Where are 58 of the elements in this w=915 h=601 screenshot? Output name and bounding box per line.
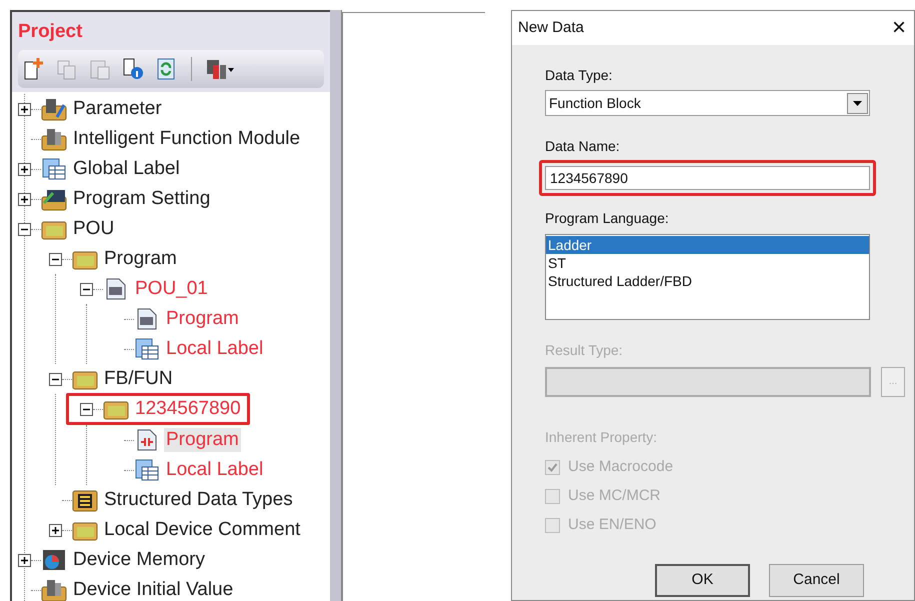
result-type-field[interactable]	[545, 367, 871, 397]
field-label: Result Type:	[545, 341, 624, 360]
dialog-button[interactable]: OK	[655, 564, 750, 597]
close-button[interactable]: ×	[888, 16, 910, 40]
device-dropdown-icon[interactable]	[205, 57, 235, 81]
data-name-field[interactable]: 1234567890	[545, 166, 870, 190]
expand-toggle[interactable]	[49, 524, 62, 536]
checkbox-label: Use EN/ENO	[568, 515, 656, 536]
tree-item-label[interactable]: Intelligent Function Module	[71, 127, 302, 151]
tree-item-label[interactable]: POU_01	[133, 277, 210, 301]
tree-item-label[interactable]: Program	[164, 307, 241, 331]
expand-toggle[interactable]	[18, 162, 31, 176]
new-file-icon[interactable]	[22, 57, 46, 81]
tree-item-label[interactable]: Device Initial Value	[71, 578, 236, 601]
expand-toggle[interactable]	[18, 554, 31, 566]
expand-toggle[interactable]	[18, 102, 31, 116]
monitor-folder-icon	[41, 187, 67, 211]
collapse-toggle[interactable]	[49, 252, 62, 266]
panel-title: Project	[18, 20, 84, 44]
tree-item-label[interactable]: Local Label	[164, 337, 266, 361]
tree-item-label[interactable]: Local Label	[164, 458, 266, 482]
checkbox-label: Use Macrocode	[568, 457, 674, 478]
tree-item-label[interactable]: Local Device Comment	[102, 518, 302, 542]
language-list[interactable]: Ladder ST Structured Ladder/FBD	[545, 234, 870, 320]
collapse-toggle[interactable]	[80, 282, 93, 296]
tree-item-label[interactable]: Parameter	[71, 97, 164, 121]
list-item[interactable]: Ladder	[546, 236, 869, 254]
dialog-button[interactable]: Cancel	[769, 564, 864, 597]
tree-item-label[interactable]: Structured Data Types	[102, 488, 295, 512]
tree-item-label[interactable]: POU	[71, 217, 116, 241]
dialog-title: New Data	[518, 18, 584, 38]
checkbox-label: Use MC/MCR	[568, 486, 660, 506]
group-label: Inherent Property:	[545, 428, 658, 447]
module-folder-icon	[41, 578, 67, 601]
field-label: Program Language:	[545, 209, 670, 228]
data-type-dropdown[interactable]: Function Block	[545, 90, 870, 116]
document-info-icon[interactable]	[121, 57, 145, 81]
tree-item-label[interactable]: 1234567890	[133, 397, 243, 421]
table-icon	[41, 157, 67, 181]
module-folder-icon	[41, 127, 67, 151]
field-label: Data Name:	[545, 137, 621, 156]
field-label: Data Type:	[545, 66, 614, 85]
pie-chart-icon	[41, 548, 67, 572]
collapse-toggle[interactable]	[18, 222, 31, 236]
list-item[interactable]: ST	[546, 254, 869, 272]
table-icon	[134, 458, 160, 482]
collapse-toggle[interactable]	[49, 372, 62, 386]
expand-toggle[interactable]	[18, 192, 31, 206]
tree-item-label[interactable]: FB/FUN	[102, 367, 175, 391]
tree-item-label[interactable]: Program Setting	[71, 187, 212, 211]
list-item[interactable]: Structured Ladder/FBD	[546, 272, 869, 290]
tree-item-label[interactable]: Program	[102, 247, 179, 271]
gear-folder-icon	[41, 97, 67, 121]
tree-item-label[interactable]: Global Label	[71, 157, 182, 181]
table-icon	[134, 337, 160, 361]
struct-folder-icon	[72, 488, 98, 512]
collapse-toggle[interactable]	[80, 402, 93, 416]
tree-item-label[interactable]: Device Memory	[71, 548, 207, 572]
